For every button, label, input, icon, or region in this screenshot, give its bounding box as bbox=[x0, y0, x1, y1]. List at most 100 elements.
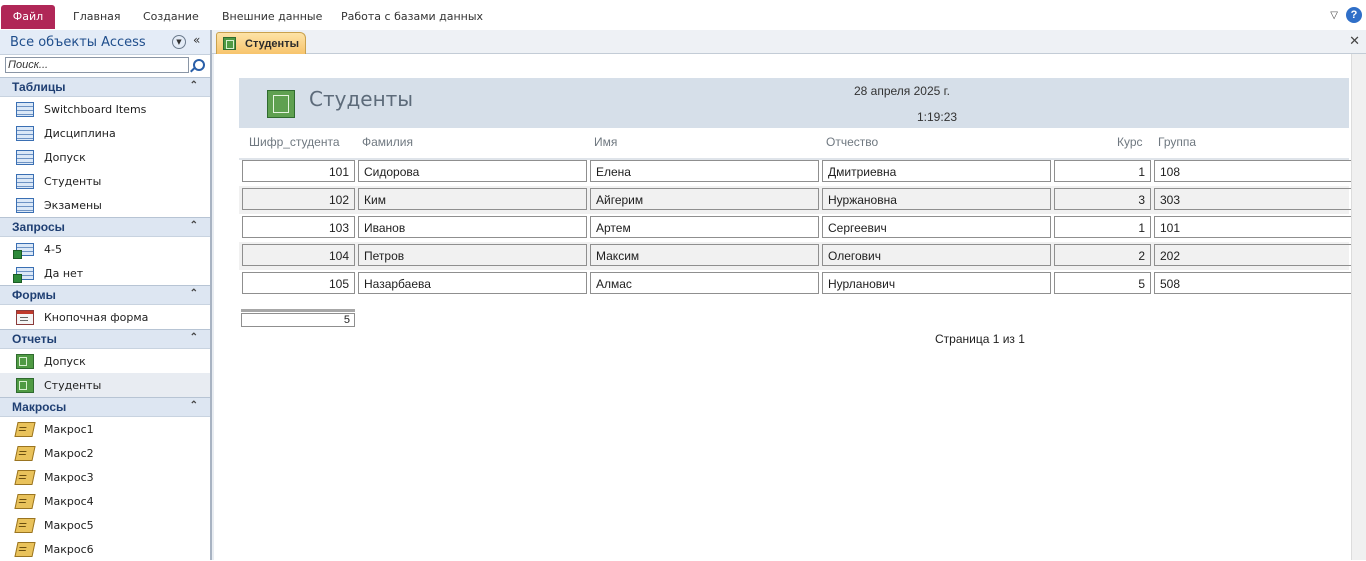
cell-student-id: 105 bbox=[242, 272, 355, 294]
nav-search-row: Поиск... bbox=[0, 55, 210, 77]
report-time: 1:19:23 bbox=[917, 110, 958, 124]
nav-item-table[interactable]: Switchboard Items bbox=[0, 97, 210, 121]
group-tables[interactable]: Таблицы ⌃ bbox=[0, 77, 210, 97]
nav-item-form[interactable]: Кнопочная форма bbox=[0, 305, 210, 329]
nav-pane-header[interactable]: Все объекты Access ▼ « bbox=[0, 30, 210, 55]
nav-item-label: Макрос2 bbox=[44, 446, 94, 460]
macro-icon bbox=[14, 541, 36, 557]
chevron-up-icon[interactable]: ⌃ bbox=[190, 288, 198, 299]
table-icon bbox=[16, 173, 34, 189]
nav-item-label: Макрос4 bbox=[44, 494, 94, 508]
nav-item-table[interactable]: Дисциплина bbox=[0, 121, 210, 145]
nav-item-label: Студенты bbox=[44, 378, 102, 392]
cell-course: 5 bbox=[1054, 272, 1151, 294]
nav-item-label: Экзамены bbox=[44, 198, 102, 212]
cell-group: 108 bbox=[1154, 160, 1354, 182]
column-header: Фамилия bbox=[362, 135, 413, 149]
nav-item-label: Допуск bbox=[44, 354, 86, 368]
cell-course: 1 bbox=[1054, 160, 1151, 182]
table-icon bbox=[16, 101, 34, 117]
chevron-up-icon[interactable]: ⌃ bbox=[190, 80, 198, 91]
group-macros[interactable]: Макросы ⌃ bbox=[0, 397, 210, 417]
group-label: Формы bbox=[12, 288, 56, 302]
cell-student-id: 103 bbox=[242, 216, 355, 238]
chevron-up-icon[interactable]: ⌃ bbox=[190, 400, 198, 411]
tab-create[interactable]: Создание bbox=[143, 6, 199, 28]
nav-item-table[interactable]: Экзамены bbox=[0, 193, 210, 217]
ribbon-tools: ▽ ? bbox=[1330, 7, 1362, 23]
macro-icon bbox=[14, 493, 36, 509]
form-icon bbox=[16, 309, 34, 325]
cell-student-id: 101 bbox=[242, 160, 355, 182]
cell-patronymic: Нуржановна bbox=[822, 188, 1051, 210]
cell-name: Артем bbox=[590, 216, 819, 238]
report-logo-icon bbox=[267, 90, 295, 118]
group-queries[interactable]: Запросы ⌃ bbox=[0, 217, 210, 237]
nav-item-report[interactable]: Допуск bbox=[0, 349, 210, 373]
nav-item-macro[interactable]: Макрос6 bbox=[0, 537, 210, 561]
cell-name: Алмас bbox=[590, 272, 819, 294]
search-icon[interactable] bbox=[193, 59, 205, 71]
cell-course: 2 bbox=[1054, 244, 1151, 266]
close-icon[interactable]: ✕ bbox=[1349, 33, 1360, 49]
column-header: Отчество bbox=[826, 135, 879, 149]
chevron-down-icon[interactable]: ▼ bbox=[172, 35, 186, 49]
group-forms[interactable]: Формы ⌃ bbox=[0, 285, 210, 305]
table-row: 102 Ким Айгерим Нуржановна 3 303 bbox=[239, 186, 1354, 214]
help-icon[interactable]: ? bbox=[1346, 7, 1362, 23]
macro-icon bbox=[14, 517, 36, 533]
group-label: Запросы bbox=[12, 220, 65, 234]
tab-students-report[interactable]: Студенты bbox=[216, 32, 306, 54]
macro-icon bbox=[14, 421, 36, 437]
nav-item-report-selected[interactable]: Студенты bbox=[0, 373, 210, 397]
vertical-scrollbar[interactable] bbox=[1351, 54, 1366, 560]
cell-name: Елена bbox=[590, 160, 819, 182]
nav-item-query[interactable]: 4-5 bbox=[0, 237, 210, 261]
minimize-ribbon-icon[interactable]: ▽ bbox=[1330, 10, 1338, 21]
search-input[interactable]: Поиск... bbox=[5, 57, 189, 73]
tab-external-data[interactable]: Внешние данные bbox=[222, 6, 322, 28]
report-header: Студенты 28 апреля 2025 г. 1:19:23 bbox=[239, 78, 1349, 128]
nav-item-label: Кнопочная форма bbox=[44, 310, 149, 324]
cell-student-id: 104 bbox=[242, 244, 355, 266]
group-label: Отчеты bbox=[12, 332, 57, 346]
nav-item-label: Макрос6 bbox=[44, 542, 94, 556]
file-tab[interactable]: Файл bbox=[1, 5, 55, 29]
nav-item-macro[interactable]: Макрос3 bbox=[0, 465, 210, 489]
group-label: Макросы bbox=[12, 400, 67, 414]
cell-group: 508 bbox=[1154, 272, 1354, 294]
cell-surname: Сидорова bbox=[358, 160, 587, 182]
report-icon bbox=[16, 377, 34, 393]
table-row: 103 Иванов Артем Сергеевич 1 101 bbox=[239, 214, 1354, 242]
nav-item-label: 4-5 bbox=[44, 242, 62, 256]
nav-item-macro[interactable]: Макрос5 bbox=[0, 513, 210, 537]
cell-student-id: 102 bbox=[242, 188, 355, 210]
macro-icon bbox=[14, 445, 36, 461]
nav-item-table[interactable]: Допуск bbox=[0, 145, 210, 169]
nav-item-macro[interactable]: Макрос1 bbox=[0, 417, 210, 441]
nav-pane-title: Все объекты Access bbox=[10, 34, 146, 50]
nav-item-query[interactable]: Да нет bbox=[0, 261, 210, 285]
cell-patronymic: Нурланович bbox=[822, 272, 1051, 294]
tab-home[interactable]: Главная bbox=[73, 6, 121, 28]
nav-item-label: Студенты bbox=[44, 174, 102, 188]
nav-item-table[interactable]: Студенты bbox=[0, 169, 210, 193]
nav-item-label: Да нет bbox=[44, 266, 84, 280]
nav-item-label: Макрос1 bbox=[44, 422, 94, 436]
group-label: Таблицы bbox=[12, 80, 66, 94]
cell-surname: Ким bbox=[358, 188, 587, 210]
cell-name: Максим bbox=[590, 244, 819, 266]
column-header: Шифр_студента bbox=[249, 135, 340, 149]
column-header: Группа bbox=[1158, 135, 1197, 149]
chevron-up-icon[interactable]: ⌃ bbox=[190, 220, 198, 231]
tab-database-tools[interactable]: Работа с базами данных bbox=[341, 6, 483, 28]
nav-item-macro[interactable]: Макрос4 bbox=[0, 489, 210, 513]
nav-item-macro[interactable]: Макрос2 bbox=[0, 441, 210, 465]
report-icon bbox=[223, 37, 236, 50]
query-icon bbox=[13, 242, 34, 259]
chevron-up-icon[interactable]: ⌃ bbox=[190, 332, 198, 343]
group-reports[interactable]: Отчеты ⌃ bbox=[0, 329, 210, 349]
collapse-pane-icon[interactable]: « bbox=[193, 33, 200, 47]
document-area: Студенты ✕ Студенты 28 апреля 2025 г. 1:… bbox=[212, 30, 1366, 560]
report-title: Студенты bbox=[309, 87, 414, 111]
